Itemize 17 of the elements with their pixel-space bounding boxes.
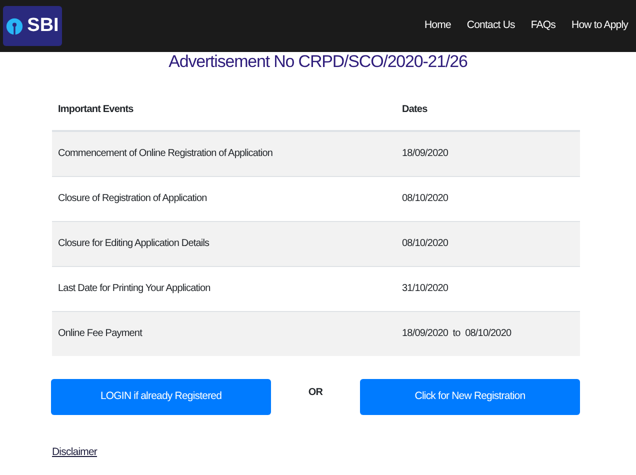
separator-text: OR <box>308 386 323 400</box>
logo-icon <box>6 18 24 34</box>
register-button[interactable]: Click for New Registration <box>360 379 580 415</box>
table-cell: Online Fee Payment <box>52 311 396 356</box>
nav-link[interactable]: Home <box>424 18 451 34</box>
table-cell: Closure for Editing Application Details <box>52 221 396 266</box>
nav-link[interactable]: Contact Us <box>466 18 515 34</box>
table-cell: 08/10/2020 <box>396 221 580 266</box>
page-heading: Advertisement No CRPD/SCO/2020-21/26 <box>168 52 468 72</box>
nav-link[interactable]: FAQs <box>530 18 556 34</box>
disclaimer-link[interactable]: Disclaimer <box>52 446 98 458</box>
logo[interactable]: SBI <box>3 6 62 46</box>
table-cell: Commencement of Online Registration of Application <box>52 131 396 176</box>
table-cell: 18/09/2020 <box>396 131 580 176</box>
table-cell: 18/09/2020 to 08/10/2020 <box>396 311 580 356</box>
login-button[interactable]: LOGIN if already Registered <box>51 379 271 415</box>
nav-link[interactable]: How to Apply <box>572 18 628 34</box>
